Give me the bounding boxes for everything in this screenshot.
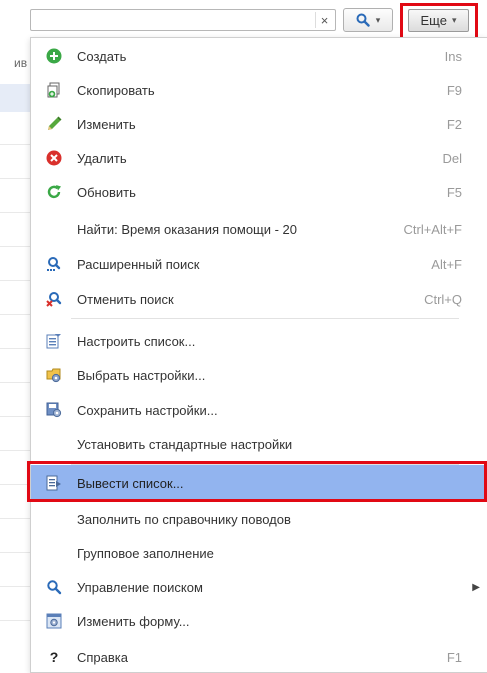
background-row-divider [0, 212, 30, 213]
menu-item-label: Сохранить настройки... [77, 402, 218, 418]
search-icon [31, 579, 77, 595]
background-list: ив [0, 38, 30, 673]
menu-item-edit[interactable]: Изменить F2 [31, 107, 487, 141]
menu-item-refresh[interactable]: Обновить F5 [31, 175, 487, 209]
menu-item-shortcut: Ins [444, 48, 462, 64]
search-icon [356, 13, 370, 27]
menu-item-shortcut: Ctrl+Alt+F [403, 221, 462, 237]
page: ив × ▾ Еще ▾ Создать Ins Скопировать F9 … [0, 0, 487, 673]
menu-item-label: Выбрать настройки... [77, 367, 206, 383]
menu-item-label: Изменить форму... [77, 613, 190, 629]
menu-item-choose-settings[interactable]: Выбрать настройки... [31, 358, 487, 392]
more-button-label: Еще [420, 13, 447, 28]
more-button[interactable]: Еще ▾ [408, 9, 469, 32]
cancel-search-icon [31, 291, 77, 307]
background-row-divider [0, 552, 30, 553]
menu-item-label: Заполнить по справочнику поводов [77, 511, 291, 527]
menu-item-label: Скопировать [77, 82, 155, 98]
add-icon [31, 48, 77, 64]
copy-icon [31, 82, 77, 98]
refresh-icon [31, 184, 77, 200]
menu-item-group-fill[interactable]: Групповое заполнение [31, 536, 487, 570]
menu-item-standard-settings[interactable]: Установить стандартные настройки [31, 427, 487, 461]
background-row-divider [0, 348, 30, 349]
menu-item-delete[interactable]: Удалить Del [31, 141, 487, 175]
delete-icon [31, 150, 77, 166]
save-settings-icon [31, 402, 77, 418]
help-icon: ? [31, 649, 77, 665]
chevron-down-icon: ▾ [375, 14, 381, 25]
menu-item-advanced-search[interactable]: Расширенный поиск Alt+F [31, 247, 487, 281]
menu-item-save-settings[interactable]: Сохранить настройки... [31, 393, 487, 427]
background-row-divider [0, 484, 30, 485]
menu-item-label: Удалить [77, 150, 127, 166]
menu-item-help[interactable]: ? Справка F1 [31, 640, 487, 673]
menu-item-find[interactable]: Найти: Время оказания помощи - 20 Ctrl+A… [31, 212, 487, 246]
background-row-divider [0, 178, 30, 179]
background-row-divider [0, 416, 30, 417]
menu-item-fill-from-reasons[interactable]: Заполнить по справочнику поводов [31, 502, 487, 536]
more-dropdown-menu: Создать Ins Скопировать F9 Изменить F2 У… [30, 37, 487, 673]
menu-item-label: Настроить список... [77, 333, 196, 349]
background-row-divider [0, 280, 30, 281]
menu-item-label: Отменить поиск [77, 291, 174, 307]
search-button[interactable]: ▾ [343, 8, 393, 32]
background-column-header: ив [0, 38, 30, 85]
search-input[interactable]: × [30, 9, 336, 31]
menu-item-label: Справка [77, 649, 128, 665]
menu-item-create[interactable]: Создать Ins [31, 39, 487, 73]
background-row-divider [0, 620, 30, 621]
menu-item-shortcut: Del [442, 150, 462, 166]
change-form-icon [31, 613, 77, 629]
output-list-icon [31, 475, 77, 491]
menu-item-label: Создать [77, 48, 127, 64]
background-row-divider [0, 144, 30, 145]
menu-item-shortcut: F5 [446, 184, 462, 200]
menu-item-label: Групповое заполнение [77, 545, 214, 561]
chevron-down-icon: ▾ [451, 15, 457, 25]
menu-item-label: Вывести список... [77, 475, 184, 491]
choose-settings-icon [31, 367, 77, 383]
pencil-icon [31, 116, 77, 132]
menu-item-label: Управление поиском [77, 579, 203, 595]
menu-item-label: Изменить [77, 116, 136, 132]
menu-item-shortcut: Ctrl+Q [424, 291, 462, 307]
background-header-text: ив [14, 56, 28, 70]
menu-item-shortcut: F2 [446, 116, 462, 132]
clear-icon: × [320, 12, 329, 28]
menu-item-label: Расширенный поиск [77, 256, 200, 272]
menu-item-shortcut: Alt+F [431, 256, 462, 272]
menu-item-change-form[interactable]: Изменить форму... [31, 604, 487, 638]
background-row-divider [0, 586, 30, 587]
menu-item-shortcut: F9 [446, 82, 462, 98]
background-row-divider [0, 450, 30, 451]
menu-item-output-list[interactable]: Вывести список... [31, 465, 487, 501]
menu-item-copy[interactable]: Скопировать F9 [31, 73, 487, 107]
menu-item-label: Обновить [77, 184, 136, 200]
help-icon-glyph: ? [49, 649, 59, 665]
list-settings-icon [31, 333, 77, 349]
background-row-divider [0, 518, 30, 519]
background-row-divider [0, 246, 30, 247]
background-row-divider [0, 314, 30, 315]
menu-item-label: Установить стандартные настройки [77, 436, 293, 452]
advanced-search-icon [31, 256, 77, 272]
menu-item-cancel-search[interactable]: Отменить поиск Ctrl+Q [31, 282, 487, 316]
background-selected-row[interactable] [0, 84, 30, 112]
menu-item-configure-list[interactable]: Настроить список... [31, 324, 487, 358]
background-row-divider [0, 382, 30, 383]
clear-search-button[interactable]: × [315, 12, 333, 28]
menu-item-search-control[interactable]: Управление поиском ▶ [31, 570, 487, 604]
menu-item-shortcut: F1 [446, 649, 462, 665]
menu-item-label: Найти: Время оказания помощи - 20 [77, 221, 298, 237]
menu-separator [71, 318, 459, 319]
submenu-arrow-icon: ▶ [472, 581, 480, 593]
